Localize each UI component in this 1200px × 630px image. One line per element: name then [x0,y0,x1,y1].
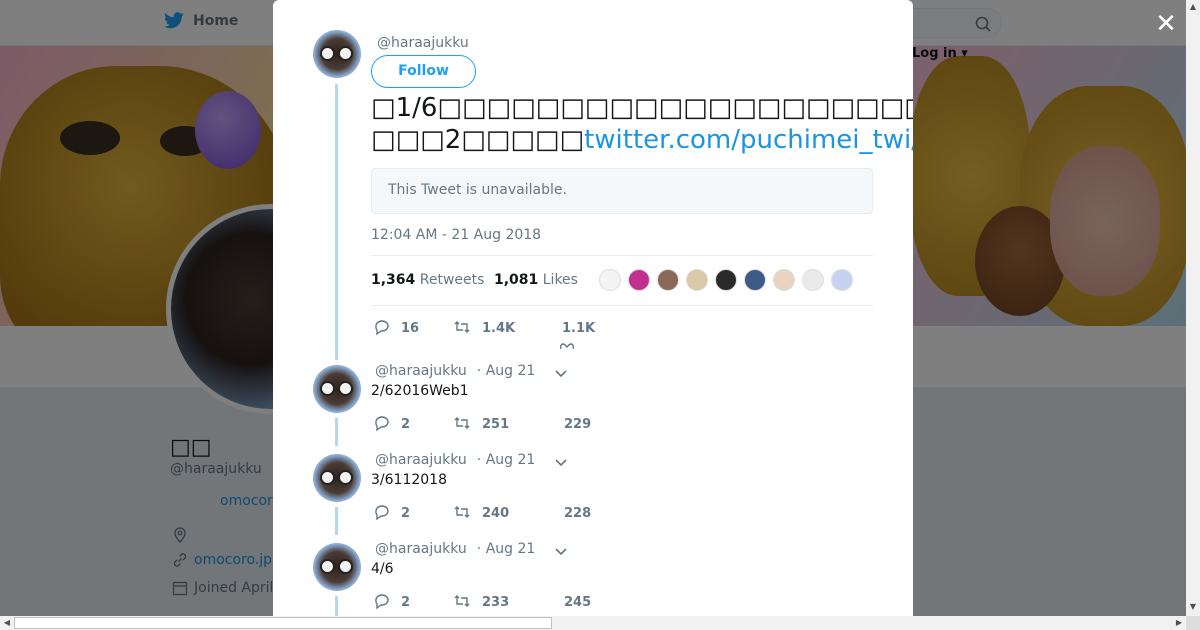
thread-line [335,507,338,535]
reply-date[interactable]: · Aug 21 [477,541,536,557]
chevron-down-icon[interactable] [555,545,567,557]
author-handle[interactable]: @haraajukku [377,35,469,51]
liker-avatar[interactable] [773,269,795,291]
reply-actions: 2 240 228 [371,503,611,523]
reply-date[interactable]: · Aug 21 [477,363,536,379]
retweet-icon[interactable] [453,414,471,432]
liker-avatar[interactable] [628,269,650,291]
thread-line [335,596,338,616]
reply-text: 2/62016Web1 [371,383,469,399]
tweet-modal: @haraajukku Follow □1/6□□□□□□□□□□□□□□□□□… [273,0,913,616]
reply-actions: 2 233 245 [371,592,611,612]
tweet-text-line: □1/6□□□□□□□□□□□□□□□□□□□□□□□□□□2016□□□□□□… [371,93,913,123]
retweet-count: 251 [482,417,510,432]
retweet-count: 240 [482,506,510,521]
tweet-text: □1/6□□□□□□□□□□□□□□□□□□□□□□□□□□2016□□□□□□… [371,92,913,156]
horizontal-scroll-thumb[interactable] [14,617,552,629]
reply-icon[interactable] [373,318,391,336]
reply-date[interactable]: · Aug 21 [477,452,536,468]
liker-avatar[interactable] [715,269,737,291]
like-icon[interactable] [559,342,575,350]
reply-avatar[interactable] [313,454,361,502]
reply-icon[interactable] [373,503,391,521]
tweet-timestamp[interactable]: 12:04 AM - 21 Aug 2018 [371,227,541,243]
reply-header[interactable]: @haraajukku · Aug 21 [375,363,535,379]
liker-avatar[interactable] [744,269,766,291]
tweet-link[interactable]: twitter.com/puchimei_twi/s… [584,125,913,155]
reply-header[interactable]: @haraajukku · Aug 21 [375,452,535,468]
quoted-tweet-unavailable: This Tweet is unavailable. [371,168,873,214]
close-icon[interactable]: ✕ [1154,11,1178,37]
vertical-scrollbar[interactable]: ▲ ▼ [1186,0,1200,616]
likes-stat[interactable]: 1,081 Likes [494,272,578,288]
retweet-count: 1.4K [482,321,516,336]
thread-line [335,84,338,360]
reply-header[interactable]: @haraajukku · Aug 21 [375,541,535,557]
reply-actions: 2 251 229 [371,414,611,434]
retweet-icon[interactable] [453,318,471,336]
chevron-down-icon[interactable] [555,456,567,468]
like-count: 1.1K [562,321,596,336]
retweet-stat[interactable]: 1,364 Retweets [371,272,484,288]
reply-handle[interactable]: @haraajukku [375,363,467,379]
reply-icon[interactable] [373,592,391,610]
reply-text: 3/6112018 [371,472,447,488]
liker-avatar[interactable] [831,269,853,291]
liker-avatar[interactable] [802,269,824,291]
like-count: 245 [564,595,592,610]
scroll-right-arrow[interactable]: ▶ [1172,616,1186,630]
tweet-stats: 1,364 Retweets 1,081 Likes [371,255,873,306]
reply-count: 2 [401,506,411,521]
scroll-left-arrow[interactable]: ◀ [0,616,14,630]
like-count: 228 [564,506,592,521]
scroll-up-arrow[interactable]: ▲ [1186,0,1200,14]
retweet-count: 233 [482,595,510,610]
retweet-icon[interactable] [453,592,471,610]
reply-handle[interactable]: @haraajukku [375,541,467,557]
retweet-icon[interactable] [453,503,471,521]
tweet-text-line: □□□2□□□□□twitter.com/puchimei_twi/s… [371,124,913,156]
follow-button[interactable]: Follow [371,55,476,88]
reply-count: 16 [401,321,420,336]
scroll-down-arrow[interactable]: ▼ [1186,600,1200,614]
like-count: 229 [564,417,592,432]
author-avatar[interactable] [313,30,361,78]
tweet-actions: 16 1.4K 1.1K [371,318,611,350]
reply-handle[interactable]: @haraajukku [375,452,467,468]
reply-text: 4/6 [371,561,394,577]
reply-count: 2 [401,595,411,610]
reply-count: 2 [401,417,411,432]
chevron-down-icon[interactable] [555,367,567,379]
liker-avatar[interactable] [686,269,708,291]
liker-avatar[interactable] [657,269,679,291]
reply-icon[interactable] [373,414,391,432]
reply-avatar[interactable] [313,365,361,413]
scrollbar-corner [1186,616,1200,630]
likers-avatars [599,269,853,291]
reply-avatar[interactable] [313,543,361,591]
liker-avatar[interactable] [599,269,621,291]
thread-line [335,418,338,446]
